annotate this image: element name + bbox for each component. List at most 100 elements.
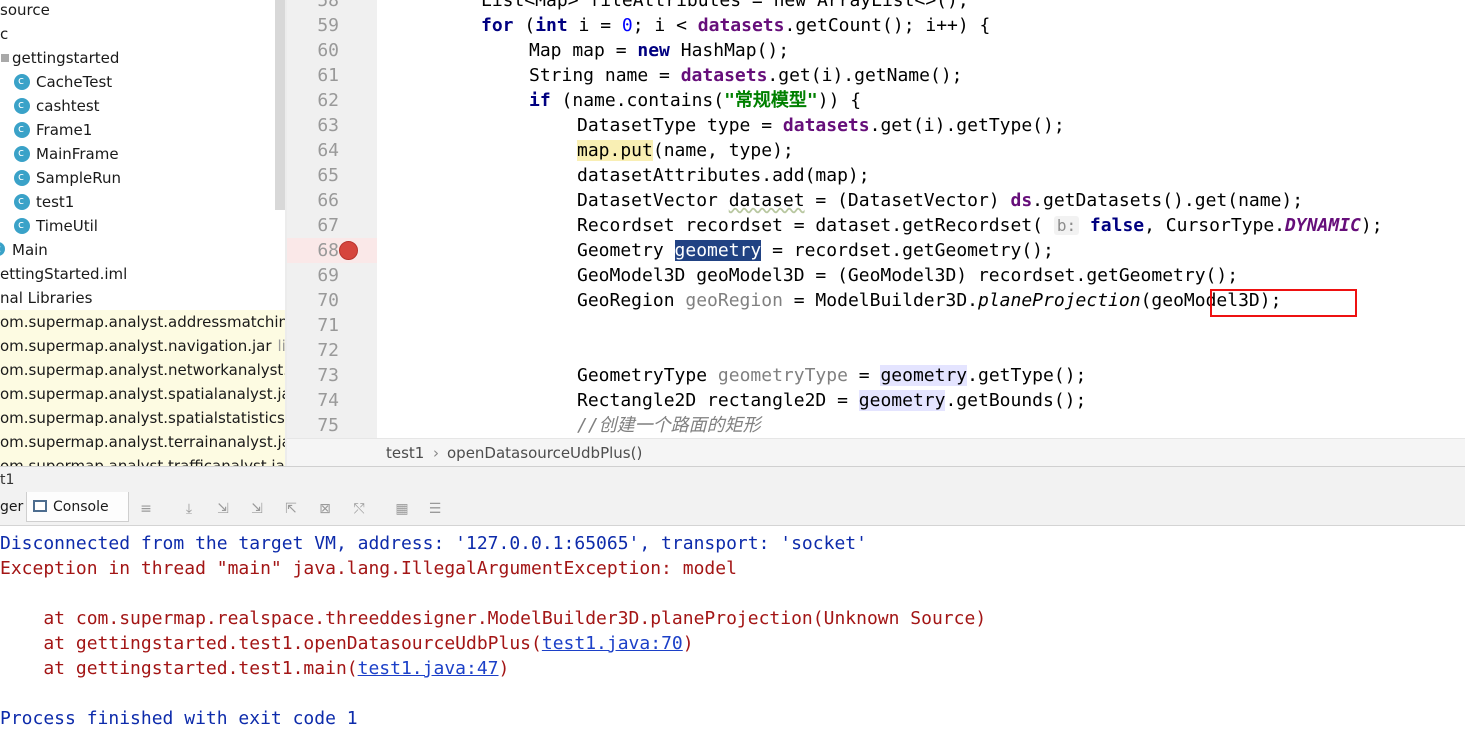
library-label: om.supermap.analyst.terrainanalyst.jar [0,433,285,451]
force-step-into-icon[interactable]: ⇲ [247,501,267,517]
code-text: Rectangle2D rectangle2D = [577,390,859,411]
code-text: DatasetVector [577,190,729,211]
code-line-63: DatasetType type = datasets.get(i).getTy… [577,113,1065,138]
library-suffix: libra [277,337,285,355]
tree-item-main[interactable]: Main [0,237,48,262]
tree-item-package-gettingstarted[interactable]: gettingstarted [0,46,119,70]
run-to-cursor-icon[interactable]: ⤲ [349,501,369,517]
step-out-icon[interactable]: ⇱ [281,501,301,517]
tree-scrollbar[interactable] [275,0,285,210]
breadcrumb-item-method[interactable]: openDatasourceUdbPlus() [447,439,642,467]
code-line-62: if (name.contains("常规模型")) { [529,88,861,113]
tree-item-library[interactable]: om.supermap.analyst.terrainanalyst.jarli [0,430,285,454]
tree-item-class-timeutil[interactable]: TimeUtil [14,213,98,238]
line-number: 63 [317,115,339,136]
code-editor[interactable]: List<Map> fileAttributes = new ArrayList… [377,0,1465,438]
code-line-69: GeoModel3D geoModel3D = (GeoModel3D) rec… [577,263,1238,288]
code-text: = [847,365,881,386]
line-number: 74 [317,390,339,411]
tree-item-library[interactable]: om.supermap.analyst.networkanalyst.jar [0,358,285,382]
run-config-name: t1 [0,472,15,488]
package-icon [1,54,9,62]
step-into-icon[interactable]: ⇲ [213,501,233,517]
code-line-75: //创建一个路面的矩形 [577,413,761,438]
tree-item-external-libraries[interactable]: nal Libraries [0,286,92,310]
tree-item-class-frame1[interactable]: Frame1 [14,117,93,142]
code-text: GeometryType [577,365,718,386]
tree-item-class-test1[interactable]: test1 [14,189,74,214]
code-line-67: Recordset recordset = dataset.getRecords… [577,213,1383,238]
code-text: .getBounds(); [945,390,1087,411]
tab-console[interactable]: Console →* [26,492,129,544]
tree-item-class-mainframe[interactable]: MainFrame [14,141,119,166]
tree-item-class-cachetest[interactable]: CacheTest [14,69,113,94]
trace-icon[interactable]: ☰ [425,501,445,517]
line-number: 61 [317,65,339,86]
line-number: 64 [317,140,339,161]
tree-item-label: Frame1 [36,121,93,139]
code-line-64: map.put(name, type); [577,138,794,163]
code-field: datasets [697,15,785,36]
code-warning-highlight: map.put [577,140,653,161]
code-line-59: for (int i = 0; i < datasets.getCount();… [481,13,990,38]
code-text: .getDatasets().get(name); [1032,190,1304,211]
tree-item-label: nal Libraries [0,289,93,307]
code-text: Map map = [529,40,638,61]
tree-item-src[interactable]: c [0,22,8,46]
code-text: .getCount(); i++) { [784,15,991,36]
line-number: 70 [317,290,339,311]
line-number: 75 [317,415,339,436]
line-number: 72 [317,340,339,361]
class-icon [14,93,30,117]
library-label: om.supermap.analyst.addressmatching.j [0,313,285,331]
tree-item-label: CacheTest [36,73,113,91]
tree-item-class-cashtest[interactable]: cashtest [14,93,100,118]
breadcrumb-item-class[interactable]: test1 [386,439,424,467]
class-icon [14,213,30,237]
code-line-70: GeoRegion geoRegion = ModelBuilder3D.pla… [577,288,1281,313]
run-panel-toolbar: ger Console →* ≡ ⤓ ⇲ ⇲ ⇱ ⊠ ⤲ ▦ ☰ [0,492,1465,544]
code-text: dataset [728,190,805,211]
code-usage-highlight: geometry [880,365,968,386]
stack-frame-link[interactable]: test1.java:47 [358,658,499,679]
code-usage-highlight: geometry [858,390,946,411]
console-output[interactable]: Disconnected from the target VM, address… [0,527,1465,745]
code-text: (name, type); [652,140,794,161]
tree-item-library[interactable]: om.supermap.analyst.trafficanalyst.jarli… [0,454,285,466]
code-field: ds [1010,190,1033,211]
tab-debugger[interactable]: ger [0,492,24,526]
code-text: List<Map> fileAttributes = new ArrayList… [481,0,969,11]
tree-item-iml-file[interactable]: ettingStarted.iml [0,262,127,286]
line-number: 71 [317,315,339,336]
breakpoint-icon[interactable] [339,241,358,260]
code-line-61: String name = datasets.get(i).getName(); [529,63,963,88]
class-icon [14,189,30,213]
tab-label: ger [0,499,24,515]
tree-item-source[interactable]: source [0,0,50,22]
evaluate-expression-icon[interactable]: ▦ [392,501,412,517]
console-line: Process finished with exit code 1 [0,708,358,729]
line-number: 62 [317,90,339,111]
tree-item-class-samplerun[interactable]: SampleRun [14,165,121,190]
code-text: Recordset recordset = dataset.getRecords… [577,215,1054,236]
tree-item-label: cashtest [36,97,100,115]
tree-item-library[interactable]: om.supermap.analyst.spatialanalyst.jarli [0,382,285,406]
tree-item-library[interactable]: om.supermap.analyst.addressmatching.j [0,310,285,334]
tree-item-library[interactable]: om.supermap.analyst.spatialstatistics.ja… [0,406,285,430]
stack-frame-text: ) [498,658,510,679]
library-label: om.supermap.analyst.navigation.jar [0,337,272,355]
drop-frame-icon[interactable]: ⊠ [315,501,335,517]
show-execution-point-icon[interactable]: ≡ [136,501,156,517]
code-text: .get(i).getName(); [767,65,963,86]
code-line-74: Rectangle2D rectangle2D = geometry.getBo… [577,388,1086,413]
stack-frame-link[interactable]: test1.java:70 [542,633,683,654]
tree-item-label: ettingStarted.iml [0,265,128,283]
code-text: GeoRegion [577,290,686,311]
stack-frame-text: ) [682,633,694,654]
console-line: Disconnected from the target VM, address… [0,533,867,554]
code-keyword: int [535,15,568,36]
code-text: = (DatasetVector) [804,190,1011,211]
step-over-icon[interactable]: ⤓ [179,501,199,517]
tree-item-library[interactable]: om.supermap.analyst.navigation.jar libra [0,334,285,358]
line-number: 67 [317,215,339,236]
